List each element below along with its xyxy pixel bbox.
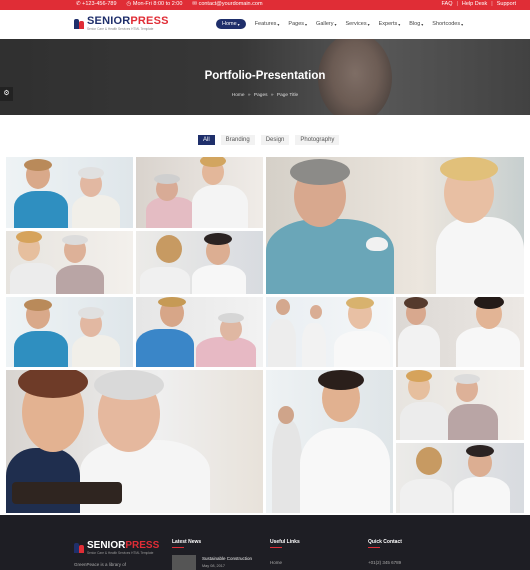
page-title: Portfolio-Presentation bbox=[204, 70, 326, 82]
footer-contact-phone: +01(2) 345 6789 bbox=[368, 560, 402, 565]
logo-mark-icon bbox=[74, 18, 84, 29]
nav-blog[interactable]: Blog ▾ bbox=[409, 21, 423, 27]
topbar-link-help-desk[interactable]: Help Desk bbox=[462, 1, 487, 7]
breadcrumb-separator: » bbox=[270, 93, 274, 98]
nav-experts[interactable]: Experts ▾ bbox=[379, 21, 401, 27]
gallery-item[interactable] bbox=[6, 297, 133, 367]
footer-heading-useful-links: Useful Links bbox=[270, 539, 300, 548]
gallery-item[interactable] bbox=[266, 370, 393, 513]
topbar-email[interactable]: ✉ contact@yourdomain.com bbox=[192, 1, 262, 7]
chevron-down-icon: ▾ bbox=[398, 21, 401, 27]
logo-mark-icon bbox=[74, 542, 84, 553]
filter-design[interactable]: Design bbox=[260, 135, 290, 145]
breadcrumb-current: Page Title bbox=[276, 93, 299, 98]
footer-logo-senior: SENIOR bbox=[87, 540, 126, 551]
nav-home[interactable]: Home ▾ bbox=[216, 19, 246, 29]
site-header: SENIORPRESS Senior Care & Health Service… bbox=[0, 10, 530, 39]
footer-logo[interactable]: SENIORPRESS Senior Care & Health Service… bbox=[74, 540, 159, 555]
sliders-icon[interactable]: ⚙ bbox=[0, 87, 13, 101]
site-footer: SENIORPRESS Senior Care & Health Service… bbox=[0, 515, 530, 570]
topbar-link-faq[interactable]: FAQ bbox=[441, 1, 452, 7]
gallery-item[interactable] bbox=[396, 370, 524, 440]
logo-name-press: PRESS bbox=[130, 15, 169, 27]
gallery-item[interactable] bbox=[136, 297, 263, 367]
filter-all[interactable]: All bbox=[198, 135, 215, 145]
gallery-item[interactable] bbox=[396, 297, 524, 367]
footer-news-thumbnail[interactable] bbox=[172, 555, 196, 570]
nav-features[interactable]: Features ▾ bbox=[255, 21, 280, 27]
footer-heading-quick-contact: Quick Contact bbox=[368, 539, 402, 548]
gallery-item[interactable] bbox=[6, 231, 133, 294]
logo-tagline: Senior Care & Health Services HTML Templ… bbox=[87, 27, 154, 31]
nav-shortcodes[interactable]: Shortcodes ▾ bbox=[432, 21, 463, 27]
breadcrumb-pages[interactable]: Pages bbox=[254, 93, 268, 98]
chevron-down-icon: ▾ bbox=[367, 21, 370, 27]
chevron-down-icon: ▾ bbox=[277, 21, 280, 27]
filter-branding[interactable]: Branding bbox=[220, 135, 255, 145]
main-nav: Home ▾ Features ▾ Pages ▾ Gallery ▾ Services… bbox=[216, 19, 463, 29]
gallery-item[interactable] bbox=[396, 443, 524, 513]
nav-services[interactable]: Services ▾ bbox=[345, 21, 369, 27]
topbar-hours: ◷ Mon-Fri 8:00 to 2:00 bbox=[126, 1, 183, 7]
footer-news-title[interactable]: Sustainable Construction bbox=[202, 556, 252, 561]
nav-gallery[interactable]: Gallery ▾ bbox=[316, 21, 336, 27]
logo-name-senior: SENIOR bbox=[87, 15, 131, 27]
email-icon: ✉ bbox=[192, 1, 198, 7]
top-bar: ✆ +123-456-789 ◷ Mon-Fri 8:00 to 2:00 ✉ … bbox=[0, 0, 530, 10]
breadcrumb-home[interactable]: Home bbox=[232, 93, 245, 98]
footer-news-date: May 08, 2017 bbox=[202, 564, 226, 568]
chevron-down-icon: ▾ bbox=[421, 21, 424, 27]
logo[interactable]: SENIORPRESS Senior Care & Health Service… bbox=[74, 16, 169, 31]
chevron-down-icon: ▾ bbox=[461, 21, 464, 27]
gallery-item[interactable] bbox=[136, 157, 263, 228]
gallery-item[interactable] bbox=[6, 157, 133, 228]
page-title-banner: Portfolio-Presentation Home » Pages » Pa… bbox=[0, 39, 530, 115]
filter-photography[interactable]: Photography bbox=[295, 135, 340, 145]
nav-pages[interactable]: Pages ▾ bbox=[288, 21, 307, 27]
breadcrumb-separator: » bbox=[247, 93, 251, 98]
separator: | bbox=[456, 1, 458, 7]
topbar-phone: ✆ +123-456-789 bbox=[76, 1, 117, 7]
footer-link-home[interactable]: Home bbox=[270, 560, 282, 565]
breadcrumb: Home » Pages » Page Title bbox=[0, 93, 530, 98]
separator: | bbox=[491, 1, 493, 7]
gallery-item[interactable] bbox=[6, 370, 263, 513]
chevron-down-icon: ▾ bbox=[305, 21, 308, 27]
gallery-item[interactable] bbox=[266, 157, 524, 294]
footer-logo-press: PRESS bbox=[125, 540, 160, 551]
topbar-link-support[interactable]: Support bbox=[497, 1, 516, 7]
portfolio-filters: All Branding Design Photography bbox=[198, 135, 340, 145]
footer-about-text: GreenPeace is a library of bbox=[74, 562, 127, 567]
footer-logo-tagline: Senior Care & Health Services HTML Templ… bbox=[87, 551, 154, 555]
gallery-item[interactable] bbox=[136, 231, 263, 294]
chevron-down-icon: ▾ bbox=[237, 21, 240, 27]
phone-icon: ✆ bbox=[76, 1, 81, 7]
footer-heading-latest-news: Latest News bbox=[172, 539, 201, 548]
clock-icon: ◷ bbox=[126, 1, 132, 7]
gallery-item[interactable] bbox=[266, 297, 393, 367]
chevron-down-icon: ▾ bbox=[334, 21, 337, 27]
